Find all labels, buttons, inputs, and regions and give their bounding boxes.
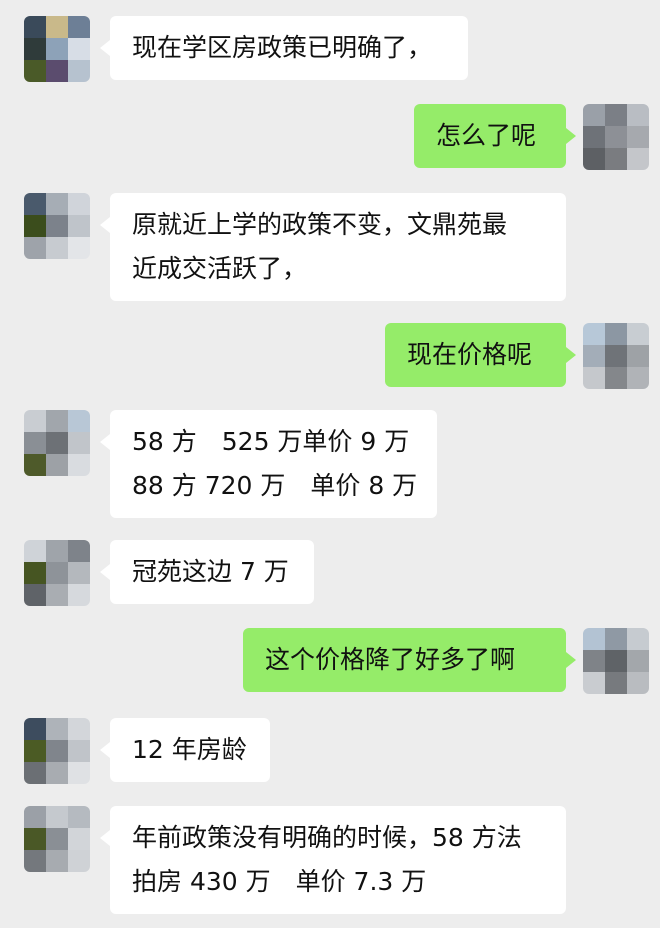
message-text: 拍房 430 万 单价 7.3 万 [132,867,427,896]
message-bubble[interactable]: 怎么了呢 [414,104,576,168]
avatar[interactable] [24,410,90,476]
avatar[interactable] [24,16,90,82]
avatar[interactable] [583,323,649,389]
message-text: 这个价格降了好多了啊 [265,645,516,674]
message-text: 原就近上学的政策不变，文鼎苑最 [132,210,508,239]
message-bubble[interactable]: 年前政策没有明确的时候，58 方法 拍房 430 万 单价 7.3 万 [100,806,566,914]
chat-screen: { "messages": [ {"side": "in", "lines": … [0,0,660,928]
message-bubble[interactable]: 58 方 525 万单价 9 万 88 方 720 万 单价 8 万 [100,410,437,518]
message-text: 12 年房龄 [132,735,247,764]
avatar[interactable] [24,193,90,259]
message-bubble[interactable]: 现在价格呢 [385,323,576,387]
message-bubble[interactable]: 现在学区房政策已明确了， [100,16,468,80]
message-bubble[interactable]: 冠苑这边 7 万 [100,540,314,604]
avatar[interactable] [583,628,649,694]
message-text: 怎么了呢 [436,121,537,150]
avatar[interactable] [583,104,649,170]
avatar[interactable] [24,806,90,872]
avatar[interactable] [24,718,90,784]
message-text: 88 方 720 万 单价 8 万 [132,471,418,500]
message-text: 冠苑这边 7 万 [132,557,289,586]
message-bubble[interactable]: 这个价格降了好多了啊 [243,628,576,692]
message-text: 近成交活跃了， [132,254,308,283]
message-bubble[interactable]: 12 年房龄 [100,718,270,782]
message-bubble[interactable]: 原就近上学的政策不变，文鼎苑最 近成交活跃了， [100,193,566,301]
message-text: 现在价格呢 [407,340,533,369]
message-text: 现在学区房政策已明确了， [132,33,433,62]
avatar[interactable] [24,540,90,606]
message-text: 年前政策没有明确的时候，58 方法 [132,823,522,852]
message-text: 58 方 525 万单价 9 万 [132,427,410,456]
